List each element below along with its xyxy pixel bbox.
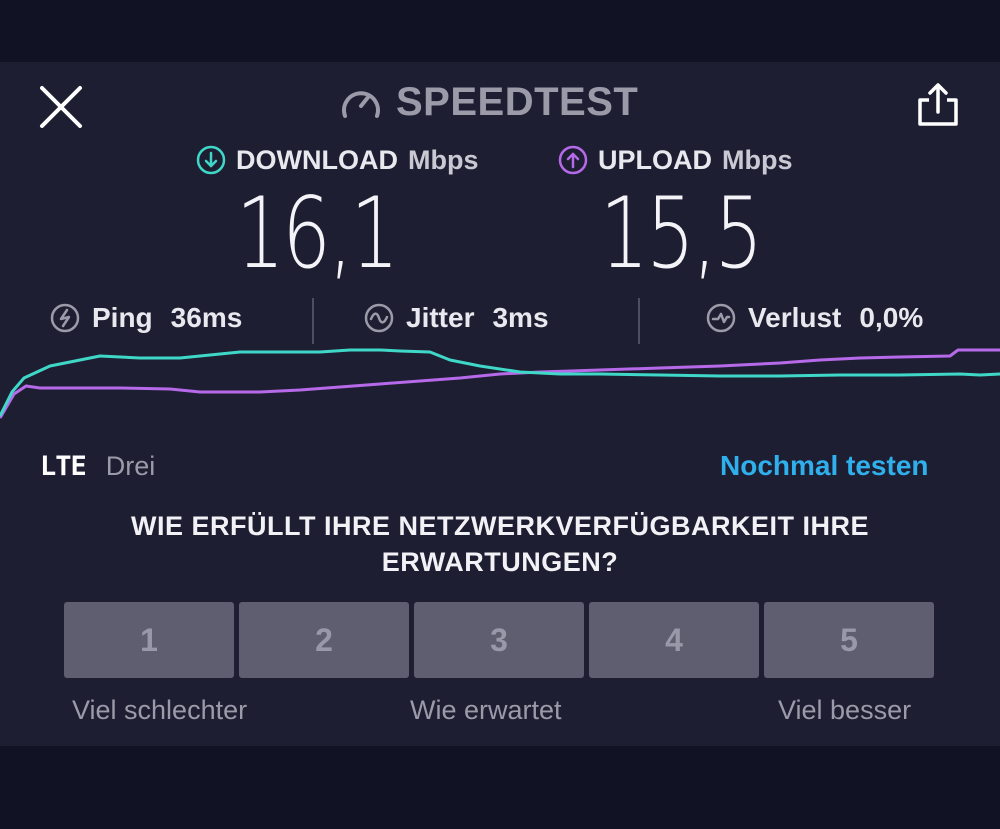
- packet-loss-icon: [706, 303, 736, 333]
- upload-unit: Mbps: [722, 144, 793, 175]
- rating-button-1[interactable]: 1: [64, 602, 234, 678]
- ping-label: Ping: [92, 302, 153, 333]
- scale-label-low: Viel schlechter: [72, 695, 248, 725]
- download-unit: Mbps: [407, 144, 479, 175]
- upload-header: UPLOAD Mbps: [558, 142, 793, 178]
- speed-graph: [0, 348, 1000, 419]
- speedometer-icon: [342, 91, 380, 118]
- rating-options: 1 2 3 4 5: [64, 602, 934, 678]
- connection-info: LTE Drei: [40, 448, 155, 484]
- upload-speed-line: [0, 348, 1000, 419]
- bottom-black-bar: [0, 746, 1000, 829]
- ping-stat: Ping 36ms: [50, 298, 242, 338]
- app-title-text: SPEEDTEST: [396, 79, 639, 124]
- scale-label-high: Viel besser: [778, 695, 912, 725]
- network-technology: LTE: [40, 450, 87, 482]
- share-icon: [918, 83, 958, 126]
- download-header: DOWNLOAD Mbps: [196, 142, 478, 178]
- ping-icon: [50, 303, 80, 333]
- arrow-down-circle-icon: [196, 145, 226, 175]
- close-button[interactable]: [36, 82, 86, 132]
- arrow-up-circle-icon: [558, 145, 588, 175]
- jitter-label: Jitter: [406, 302, 475, 333]
- rating-button-2[interactable]: 2: [239, 602, 409, 678]
- upload-speed-value: 15,5: [600, 177, 763, 291]
- app-title: SPEEDTEST: [340, 80, 638, 124]
- scale-label-mid: Wie erwartet: [410, 695, 562, 725]
- download-label: DOWNLOAD: [236, 144, 398, 175]
- rating-button-4[interactable]: 4: [589, 602, 759, 678]
- rating-button-3[interactable]: 3: [414, 602, 584, 678]
- packet-loss-label: Verlust: [748, 302, 842, 333]
- survey-question: WIE ERFÜLLT IHRE NETZWERKVERFÜGBARKEIT I…: [60, 508, 940, 580]
- ping-value: 36ms: [170, 302, 243, 333]
- retest-button[interactable]: Nochmal testen: [720, 448, 929, 484]
- jitter-value: 3ms: [492, 302, 549, 333]
- top-black-bar: [0, 0, 1000, 62]
- upload-label: UPLOAD: [598, 144, 712, 175]
- share-button[interactable]: [912, 80, 964, 132]
- survey-question-line: WIE ERFÜLLT IHRE NETZWERKVERFÜGBARKEIT I…: [131, 511, 869, 541]
- packet-loss-stat: Verlust 0,0%: [706, 298, 923, 338]
- speedtest-result-panel: SPEEDTEST DOWNLOAD Mbps UPLOAD Mbps 16,1…: [0, 62, 1000, 746]
- jitter-stat: Jitter 3ms: [364, 298, 549, 338]
- jitter-icon: [364, 303, 394, 333]
- close-icon: [40, 86, 82, 128]
- carrier-name: Drei: [105, 450, 156, 481]
- rating-button-5[interactable]: 5: [764, 602, 934, 678]
- download-speed-value: 16,1: [236, 177, 399, 291]
- packet-loss-value: 0,0%: [859, 302, 924, 333]
- survey-question-line: ERWARTUNGEN?: [381, 547, 619, 577]
